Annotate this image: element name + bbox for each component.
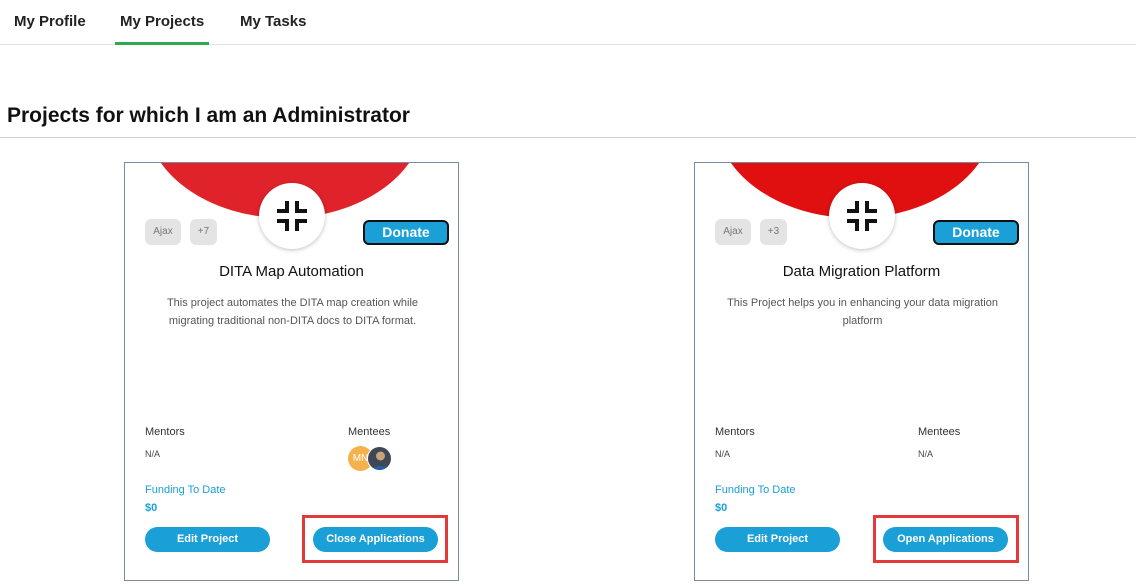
funding-value: $0 <box>715 502 728 514</box>
mentees-value: N/A <box>918 449 934 459</box>
tab-my-projects[interactable]: My Projects <box>115 13 210 45</box>
highlight-box <box>302 515 448 563</box>
donate-button[interactable]: Donate <box>933 220 1019 245</box>
funding-label: Funding To Date <box>145 484 226 496</box>
project-title: DITA Map Automation <box>219 263 364 280</box>
more-tags-badge[interactable]: +3 <box>760 219 787 245</box>
project-title: Data Migration Platform <box>782 263 941 280</box>
section-divider <box>0 137 1136 138</box>
project-logo <box>259 183 325 249</box>
more-tags-badge[interactable]: +7 <box>190 219 217 245</box>
highlight-box <box>873 515 1019 563</box>
donate-button[interactable]: Donate <box>363 220 449 245</box>
mentors-value: N/A <box>715 449 731 459</box>
tab-my-tasks[interactable]: My Tasks <box>240 13 306 44</box>
mentors-label: Mentors <box>715 426 755 438</box>
user-photo-icon <box>371 451 390 470</box>
mentees-label: Mentees <box>918 426 961 438</box>
project-description: This Project helps you in enhancing your… <box>727 297 998 327</box>
mentee-avatars: MN <box>348 446 398 472</box>
edit-project-button[interactable]: Edit Project <box>715 527 840 552</box>
skill-tag[interactable]: Ajax <box>145 219 181 245</box>
tab-my-profile[interactable]: My Profile <box>14 13 86 44</box>
skill-tag[interactable]: Ajax <box>715 219 751 245</box>
section-title: Projects for which I am an Administrator <box>7 104 410 127</box>
avatar[interactable] <box>367 446 392 471</box>
mentors-label: Mentors <box>145 426 185 438</box>
tab-bar: My Profile My Projects My Tasks <box>0 0 1136 45</box>
funding-value: $0 <box>145 502 158 514</box>
project-logo <box>829 183 895 249</box>
edit-project-button[interactable]: Edit Project <box>145 527 270 552</box>
mentees-label: Mentees <box>348 426 391 438</box>
compress-arrows-icon <box>277 201 307 231</box>
mentors-value: N/A <box>145 449 161 459</box>
project-description: This project automates the DITA map crea… <box>166 297 419 327</box>
compress-arrows-icon <box>847 201 877 231</box>
funding-label: Funding To Date <box>715 484 796 496</box>
